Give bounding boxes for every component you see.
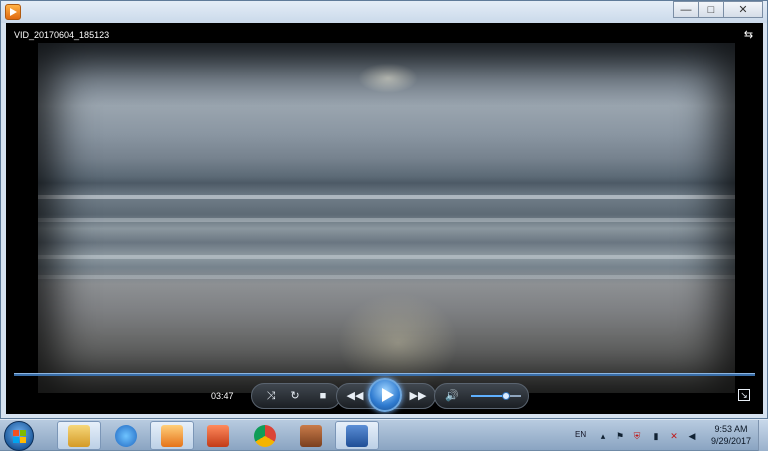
player-area: VID_20170604_185123 ⇆ 03:47 ⤨ ↻ ■ ◀◀ ▶▶ … <box>6 23 763 414</box>
taskbar-clock[interactable]: 9:53 AM 9/29/2017 <box>706 423 756 447</box>
video-frame[interactable] <box>38 43 735 393</box>
start-button[interactable] <box>4 421 34 451</box>
repeat-icon[interactable]: ↻ <box>286 387 304 405</box>
volume-icon[interactable]: 🔊 <box>443 387 461 405</box>
taskbar-item-windows-explorer[interactable] <box>57 421 101 450</box>
clock-time: 9:53 AM <box>714 424 748 434</box>
window-controls: — □ ✕ <box>673 1 763 18</box>
video-vignette <box>38 43 735 393</box>
taskbar-item-windows-media-player[interactable] <box>150 421 194 450</box>
previous-icon[interactable]: ◀◀ <box>346 387 364 405</box>
powerpoint-icon <box>207 424 229 447</box>
taskbar-item-internet-explorer[interactable] <box>104 421 148 450</box>
show-hidden-icons-icon[interactable]: ▴ <box>598 431 608 441</box>
volume-level <box>471 395 506 397</box>
minimize-button[interactable]: — <box>673 1 699 18</box>
taskbar-item-powerpoint[interactable] <box>196 421 240 450</box>
playback-controls: 03:47 ⤨ ↻ ■ ◀◀ ▶▶ 🔊 ↘ <box>6 378 763 414</box>
word-icon <box>346 424 368 447</box>
windows-logo-icon <box>13 430 26 443</box>
next-icon[interactable]: ▶▶ <box>409 387 427 405</box>
volume-slider[interactable] <box>471 392 521 400</box>
security-shield-icon[interactable]: ⛨ <box>632 431 642 441</box>
elapsed-time: 03:47 <box>211 391 234 401</box>
internet-explorer-icon <box>115 424 137 447</box>
fullscreen-icon[interactable]: ↘ <box>738 389 750 401</box>
volume-slider-thumb[interactable] <box>502 392 510 400</box>
winrar-icon <box>300 424 322 447</box>
network-icon[interactable]: ✕ <box>669 431 679 441</box>
video-title: VID_20170604_185123 <box>14 30 110 40</box>
close-button[interactable]: ✕ <box>723 1 763 18</box>
stop-icon[interactable]: ■ <box>314 387 332 405</box>
action-center-flag-icon[interactable]: ⚑ <box>615 431 625 441</box>
media-player-app-icon[interactable] <box>5 4 21 20</box>
chrome-icon <box>254 424 276 447</box>
play-button[interactable] <box>368 378 402 412</box>
title-bar[interactable]: — □ ✕ <box>1 1 767 23</box>
taskbar-item-chrome[interactable] <box>243 421 287 450</box>
switch-to-library-icon[interactable]: ⇆ <box>742 29 755 42</box>
maximize-button[interactable]: □ <box>698 1 724 18</box>
volume-tray-icon[interactable]: ◀ <box>687 431 697 441</box>
taskbar: EN ▴ ⚑ ⛨ ▮ ✕ ◀ 9:53 AM 9/29/2017 <box>0 419 768 451</box>
taskbar-item-winrar[interactable] <box>289 421 333 450</box>
seek-bar[interactable] <box>14 373 755 376</box>
shuffle-icon[interactable]: ⤨ <box>262 387 280 405</box>
battery-icon[interactable]: ▮ <box>651 431 661 441</box>
clock-date: 9/29/2017 <box>710 436 752 446</box>
show-desktop-button[interactable] <box>758 420 768 451</box>
media-player-window: — □ ✕ VID_20170604_185123 ⇆ 03:47 ⤨ ↻ ■ … <box>0 0 768 419</box>
media-player-icon <box>161 424 183 447</box>
folder-icon <box>68 424 90 447</box>
language-indicator[interactable]: EN <box>575 430 586 439</box>
taskbar-item-word[interactable] <box>335 421 379 450</box>
